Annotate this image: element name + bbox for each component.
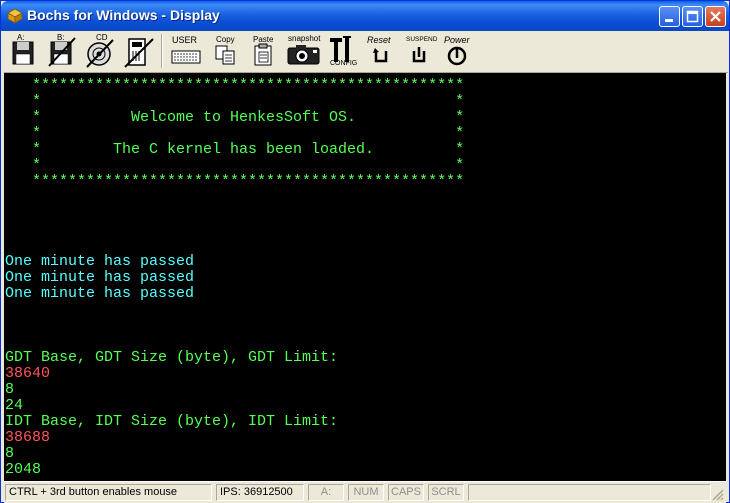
maximize-button[interactable] (682, 6, 703, 27)
bochs-app-icon[interactable] (7, 8, 23, 24)
paste-button[interactable]: Paste (249, 33, 279, 69)
gdt-header: GDT Base, GDT Size (byte), GDT Limit: (5, 349, 339, 366)
toolbar: A: B: CD USER Copy Paste snapshot CONFIG… (4, 31, 728, 73)
copy-label: Copy (216, 35, 235, 44)
reset-button[interactable]: Reset (365, 33, 399, 69)
floppy-a-button[interactable]: A: (8, 33, 38, 69)
minute-message: One minute has passed (5, 269, 195, 286)
floppy-b-label: B: (57, 33, 65, 42)
network-button[interactable] (122, 33, 156, 69)
drive-indicator: A: (308, 484, 344, 501)
reset-label: Reset (367, 35, 391, 45)
gdt-size-value: 8 (5, 381, 15, 398)
floppy-a-label: A: (17, 33, 25, 42)
status-bar: CTRL + 3rd button enables mouse IPS: 369… (4, 481, 726, 503)
ips-panel: IPS: 36912500 (216, 484, 304, 501)
power-button[interactable]: Power (441, 33, 475, 69)
idt-header: IDT Base, IDT Size (byte), IDT Limit: (5, 413, 339, 430)
minimize-icon (665, 19, 673, 22)
banner-bottom: ****************************************… (32, 173, 465, 190)
resize-grip-icon[interactable] (712, 489, 724, 501)
banner-top: ****************************************… (32, 77, 465, 94)
floppy-b-button[interactable]: B: (46, 33, 78, 69)
snapshot-button[interactable]: snapshot (285, 33, 323, 69)
kernel-loaded-line: * The C kernel has been loaded. * (32, 141, 465, 158)
user-button[interactable]: USER (169, 33, 203, 69)
gdt-base-value: 38640 (5, 365, 51, 382)
config-button[interactable]: CONFIG (327, 33, 359, 69)
network-card-disabled-icon (124, 38, 154, 68)
maximize-icon (686, 10, 699, 23)
gdt-limit-value: 24 (5, 397, 24, 414)
mouse-hint-panel: CTRL + 3rd button enables mouse (5, 484, 212, 501)
paste-label: Paste (253, 35, 274, 44)
window-title: Bochs for Windows - Display (27, 7, 220, 23)
banner-side: * * (32, 125, 465, 142)
close-icon (710, 11, 721, 22)
minute-message: One minute has passed (5, 253, 195, 270)
banner-side: * * (32, 157, 465, 174)
power-label: Power (444, 35, 470, 45)
welcome-line: * Welcome to HenkesSoft OS. * (32, 109, 465, 126)
num-lock-indicator: NUM (348, 484, 384, 501)
banner-side: * * (32, 93, 465, 110)
title-bar[interactable]: Bochs for Windows - Display (1, 1, 729, 31)
close-button[interactable] (705, 6, 726, 27)
emulator-display[interactable]: ****************************************… (4, 73, 726, 481)
caps-lock-indicator: CAPS (388, 484, 424, 501)
minimize-button[interactable] (659, 6, 680, 27)
config-label: CONFIG (330, 60, 358, 67)
idt-base-value: 38688 (5, 429, 51, 446)
user-label: USER (172, 35, 198, 45)
scroll-lock-indicator: SCRL (428, 484, 464, 501)
idt-limit-value: 2048 (5, 461, 42, 478)
idt-size-value: 8 (5, 445, 15, 462)
suspend-label: SUSPEND (406, 36, 438, 43)
cdrom-button[interactable]: CD (84, 33, 116, 69)
snapshot-label: snapshot (288, 34, 321, 43)
empty-status-panel (468, 484, 711, 501)
suspend-button[interactable]: SUSPEND (403, 33, 437, 69)
cdrom-label: CD (96, 33, 108, 42)
copy-button[interactable]: Copy (211, 33, 241, 69)
toolbar-separator (161, 34, 163, 68)
minute-message: One minute has passed (5, 285, 195, 302)
bochs-window: Bochs for Windows - Display A: B: CD USE… (0, 0, 730, 503)
